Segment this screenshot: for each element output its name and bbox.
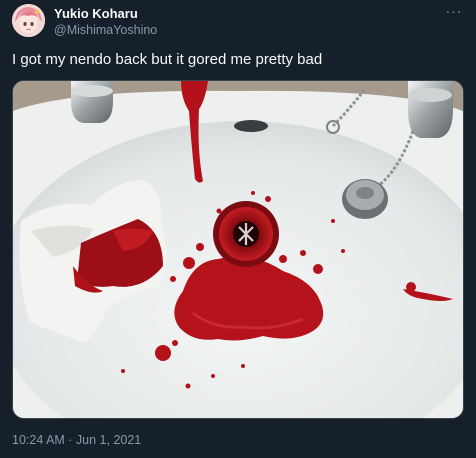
user-handle[interactable]: @MishimaYoshino <box>54 23 157 37</box>
tweet-timestamp[interactable]: 10:24 AM · Jun 1, 2021 <box>12 433 141 447</box>
tweet-photo[interactable] <box>12 80 464 419</box>
tweet-text: I got my nendo back but it gored me pret… <box>12 51 323 68</box>
tweet-card: Yukio Koharu @MishimaYoshino ··· I got m… <box>0 0 476 458</box>
avatar-image <box>12 4 45 37</box>
display-name[interactable]: Yukio Koharu <box>54 6 138 21</box>
avatar[interactable] <box>12 4 45 37</box>
more-horizontal-icon[interactable]: ··· <box>443 3 465 19</box>
sink-photo <box>13 81 463 418</box>
